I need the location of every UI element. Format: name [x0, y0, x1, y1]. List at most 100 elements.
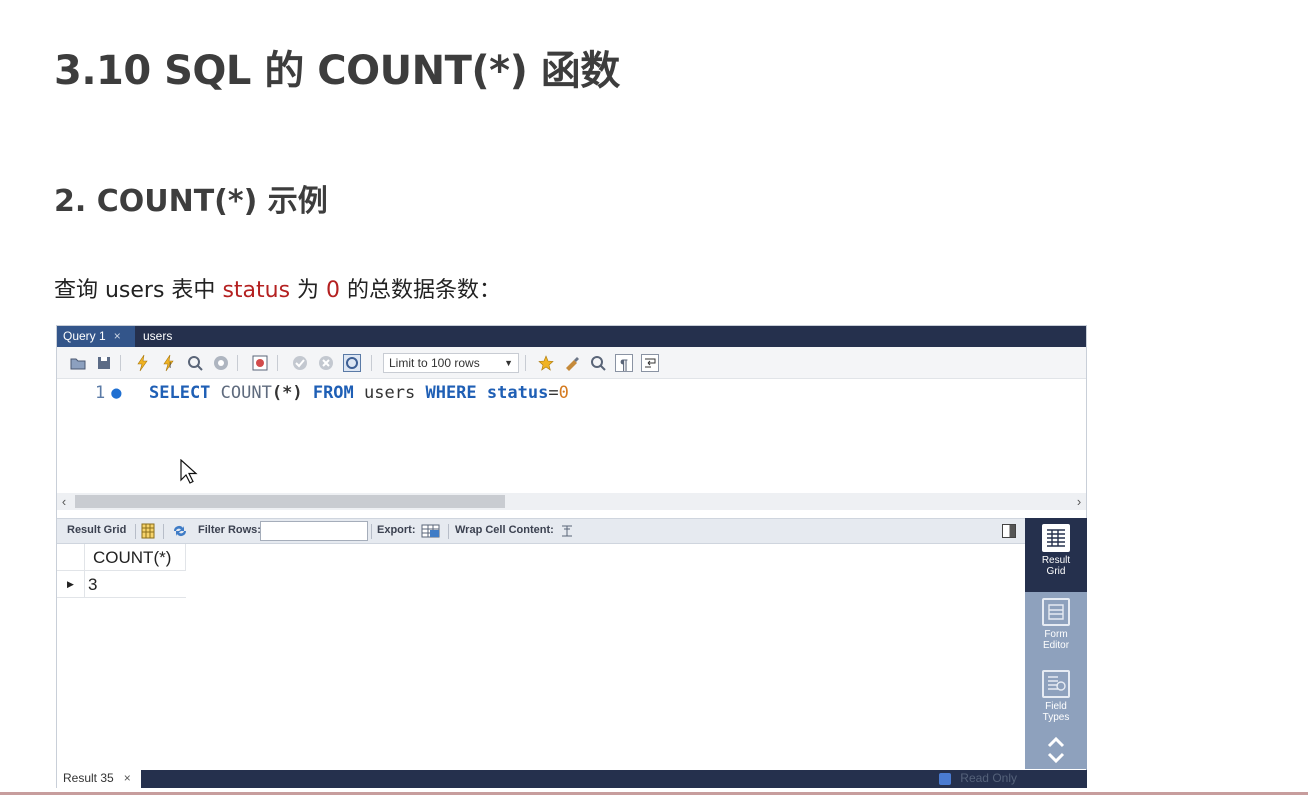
toolbar-divider: [371, 355, 372, 371]
stop-icon[interactable]: [212, 354, 230, 372]
wrap-cell-label: Wrap Cell Content:: [455, 524, 554, 536]
result-tab-label: Result 35: [63, 771, 114, 785]
chevron-right-icon[interactable]: ›: [1072, 493, 1086, 510]
side-form-editor-line1: Form: [1044, 629, 1068, 640]
workbench-panel: Query 1 × users I Limit to 100 rows ▼ ¶ …: [56, 325, 1087, 788]
table-name: users: [364, 383, 416, 403]
side-panel-scroll-button[interactable]: [1025, 734, 1087, 768]
side-field-types-line1: Field: [1045, 701, 1067, 712]
find-icon[interactable]: [589, 354, 607, 372]
explain-icon[interactable]: [186, 354, 204, 372]
clear-icon[interactable]: [563, 354, 581, 372]
tab-result-35[interactable]: Result 35 ×: [57, 769, 139, 788]
statement-marker-icon: ●: [111, 383, 122, 403]
filter-rows-input[interactable]: [260, 521, 368, 541]
column-header[interactable]: COUNT(*): [85, 544, 186, 571]
line-number: 1: [95, 383, 106, 403]
wrap-icon[interactable]: [641, 354, 659, 372]
info-icon: [939, 773, 951, 785]
commit-icon[interactable]: [291, 354, 309, 372]
export-icon[interactable]: [421, 523, 441, 542]
keyword-select: SELECT: [149, 383, 211, 403]
form-editor-icon: [1042, 598, 1070, 626]
result-status-bar: Result 35 × Read Only: [57, 769, 1087, 788]
toggle-side-panel-icon[interactable]: [1002, 524, 1016, 538]
tab-query-1[interactable]: Query 1 ×: [57, 326, 135, 347]
result-toolbar: Result Grid Filter Rows: Export: Wrap Ce…: [57, 518, 1025, 544]
toolbar-divider: [135, 524, 136, 539]
rollback-icon[interactable]: [317, 354, 335, 372]
count-args: (*): [271, 383, 303, 403]
filter-rows-label: Filter Rows:: [198, 524, 261, 536]
read-only-status: Read Only: [960, 771, 1017, 785]
grid-view-icon[interactable]: [141, 523, 155, 542]
result-grid-label: Result Grid: [67, 524, 127, 536]
tab-users-label: users: [143, 329, 173, 343]
toolbar-divider: [237, 355, 238, 371]
folder-icon[interactable]: [69, 354, 87, 372]
toolbar-divider: [277, 355, 278, 371]
chevron-down-icon: ▼: [504, 358, 513, 368]
sql-toolbar: I Limit to 100 rows ▼ ¶: [57, 347, 1086, 379]
desc-zero: 0: [326, 278, 341, 303]
slide-title: 3.10 SQL 的 COUNT(*) 函数: [54, 48, 620, 94]
wrap-cell-icon[interactable]: [560, 523, 574, 542]
line-gutter: 1 ●: [95, 383, 122, 403]
close-icon[interactable]: ×: [124, 771, 131, 785]
desc-prefix: 查询 users 表中: [54, 278, 223, 303]
query-tab-bar: Query 1 × users: [57, 326, 1086, 347]
result-grid: COUNT(*) ▶ 3: [57, 544, 1025, 769]
slide-subtitle: 2. COUNT(*) 示例: [54, 184, 328, 219]
operator-eq: =: [548, 383, 559, 403]
keyword-from: FROM: [312, 383, 354, 403]
sql-statement[interactable]: SELECT COUNT(*) FROM users WHERE status=…: [149, 383, 569, 403]
refresh-icon[interactable]: [171, 523, 189, 542]
column-status: status: [486, 383, 549, 403]
editor-horizontal-scrollbar[interactable]: ‹ ›: [57, 493, 1086, 510]
side-result-grid-button[interactable]: Result Grid: [1025, 518, 1087, 592]
field-types-icon: [1042, 670, 1070, 698]
side-result-grid-line1: Result: [1041, 555, 1071, 566]
side-form-editor-button[interactable]: Form Editor: [1025, 596, 1087, 666]
execute-icon[interactable]: [134, 354, 152, 372]
sql-editor[interactable]: 1 ● SELECT COUNT(*) FROM users WHERE stat…: [57, 379, 1086, 493]
tab-users[interactable]: users: [137, 326, 178, 347]
side-form-editor-line2: Editor: [1042, 640, 1070, 651]
side-result-grid-line2: Grid: [1046, 566, 1066, 577]
status-strip: Read Only: [141, 770, 1087, 788]
toolbar-divider: [163, 524, 164, 539]
execute-current-icon[interactable]: I: [160, 354, 178, 372]
desc-mid: 为: [290, 278, 327, 303]
mouse-pointer-icon: [180, 458, 198, 490]
export-label: Export:: [377, 524, 416, 536]
svg-text:I: I: [169, 361, 171, 370]
slide-description: 查询 users 表中 status 为 0 的总数据条数：: [54, 272, 501, 304]
desc-suffix: 的总数据条数：: [340, 278, 502, 303]
row-indicator-icon[interactable]: ▶: [57, 571, 85, 598]
function-count: COUNT: [220, 383, 272, 403]
invisible-chars-icon[interactable]: ¶: [615, 354, 633, 372]
save-icon[interactable]: [95, 354, 113, 372]
desc-status: status: [222, 278, 291, 303]
grid-corner: [57, 544, 85, 571]
value-zero: 0: [558, 383, 569, 403]
tab-query-1-label: Query 1: [63, 329, 106, 343]
beautify-icon[interactable]: [537, 354, 555, 372]
limit-rows-label: Limit to 100 rows: [389, 356, 480, 370]
limit-rows-select[interactable]: Limit to 100 rows ▼: [383, 353, 519, 373]
chevron-up-down-icon: [1047, 736, 1065, 764]
scrollbar-thumb[interactable]: [75, 495, 505, 508]
toggle-error-icon[interactable]: [251, 354, 269, 372]
result-grid-icon: [1042, 524, 1070, 552]
autocommit-icon[interactable]: [343, 354, 361, 372]
side-field-types-button[interactable]: Field Types: [1025, 670, 1087, 732]
toolbar-divider: [371, 524, 372, 539]
chevron-left-icon[interactable]: ‹: [57, 493, 71, 510]
side-field-types-line2: Types: [1042, 712, 1070, 723]
keyword-where: WHERE: [425, 383, 477, 403]
toolbar-divider: [448, 524, 449, 539]
close-icon[interactable]: ×: [114, 329, 121, 343]
table-cell[interactable]: 3: [85, 571, 186, 598]
toolbar-divider: [525, 355, 526, 371]
toolbar-divider: [120, 355, 121, 371]
